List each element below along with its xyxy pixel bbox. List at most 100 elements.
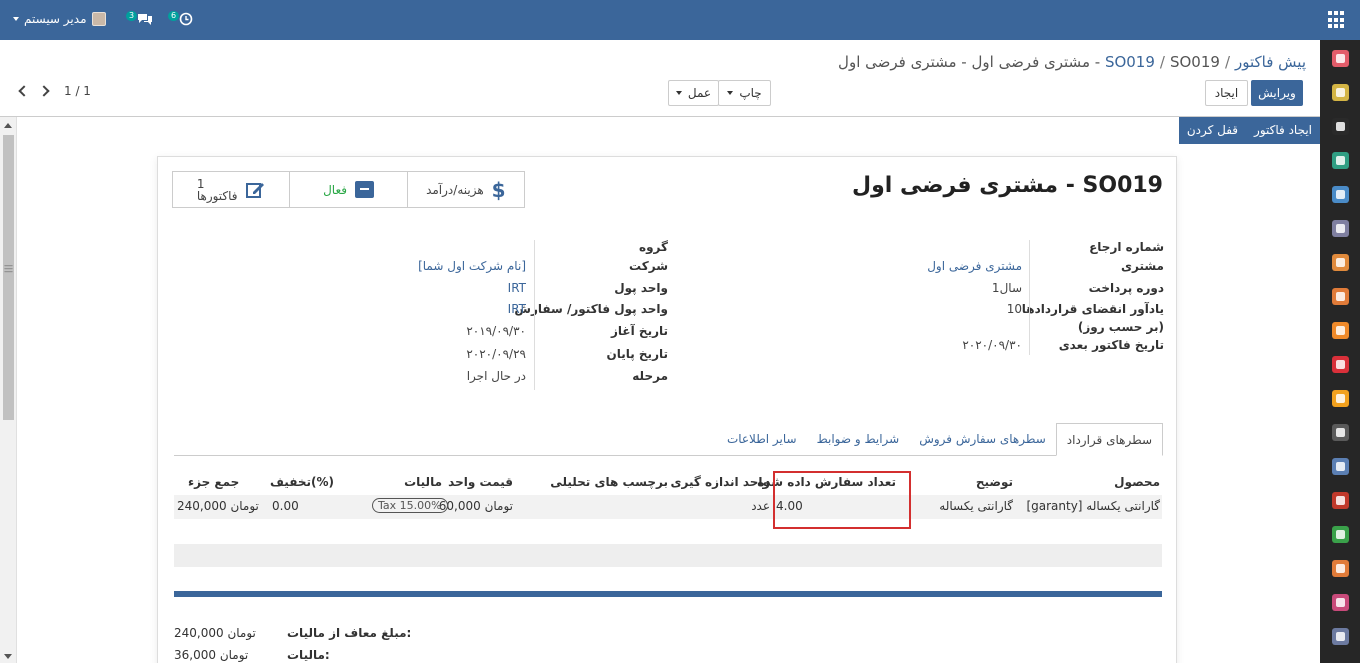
messages-menu[interactable]: 3 — [126, 11, 153, 26]
action-label: عمل — [687, 86, 712, 100]
activities-menu[interactable]: 6 — [168, 11, 193, 26]
untaxed-amount-value: 240,000 تومان — [174, 626, 256, 640]
stage-label: مرحله — [632, 369, 668, 383]
customer-field[interactable]: مشتری فرضی اول — [927, 259, 1022, 273]
cost-revenue-button[interactable]: $ هزینه/درآمد — [406, 172, 524, 207]
reminder-field[interactable]: 10 — [1007, 302, 1022, 316]
lock-button[interactable]: قفل کردن — [1179, 117, 1246, 144]
reports-app-icon[interactable] — [1332, 560, 1349, 577]
tax-amount-label: مالیات: — [287, 648, 330, 662]
tab-other-info[interactable]: سایر اطلاعات — [717, 423, 807, 456]
create-invoice-button[interactable]: ایجاد فاکتور — [1246, 117, 1320, 144]
app-sidebar — [1320, 40, 1360, 663]
user-name: مدیر سیستم — [24, 12, 87, 26]
inventory-app-icon[interactable] — [1332, 424, 1349, 441]
clock-icon — [179, 12, 193, 26]
company-field[interactable]: [نام شرکت اول شما] — [418, 259, 526, 273]
end-date-field[interactable]: ۲۰۲۰/۰۹/۲۹ — [466, 347, 526, 361]
sales-app-icon[interactable] — [1332, 322, 1349, 339]
record-title: SO019 - مشتری فرضی اول — [851, 173, 1163, 198]
col-taxes[interactable]: مالیات — [404, 475, 442, 489]
reminder-label: یادآور انقضای قراردادها — [1021, 302, 1164, 316]
col-unit-price[interactable]: قیمت واحد — [448, 475, 513, 489]
avatar — [91, 12, 106, 26]
col-description[interactable]: توضیح — [976, 475, 1013, 489]
col-subtotal[interactable]: جمع جزء — [188, 475, 239, 489]
stage-field[interactable]: در حال اجرا — [467, 369, 526, 383]
pager-value[interactable]: 1 / 1 — [64, 84, 91, 98]
col-product[interactable]: محصول — [1114, 475, 1160, 489]
cell-unit-price: 60,000 تومان — [438, 499, 513, 513]
helpdesk-app-icon[interactable] — [1332, 390, 1349, 407]
group-label: گروه — [639, 240, 668, 254]
caret-down-icon — [727, 91, 734, 95]
create-button[interactable]: ایجاد — [1205, 80, 1248, 106]
active-toggle-button[interactable]: فعال — [289, 172, 406, 207]
app-menu-icon[interactable] — [1328, 11, 1346, 29]
accounting-app-icon[interactable] — [1332, 458, 1349, 475]
website-app-icon[interactable] — [1332, 288, 1349, 305]
next-invoice-label: تاریخ فاکتور بعدی — [1058, 338, 1164, 352]
messages-badge: 3 — [126, 11, 138, 21]
invoices-button[interactable]: 1 فاکتورها — [173, 172, 289, 207]
documents-app-icon[interactable] — [1332, 356, 1349, 373]
scroll-thumb[interactable] — [3, 135, 14, 420]
apps-app-icon[interactable] — [1332, 628, 1349, 645]
breadcrumb-root[interactable]: پیش فاکتور — [1235, 53, 1306, 71]
settings-app-icon[interactable] — [1332, 186, 1349, 203]
print-dropdown[interactable]: چاپ — [718, 80, 771, 106]
previous-record-icon[interactable] — [18, 85, 30, 97]
tab-sale-order-lines[interactable]: سطرهای سفارش فروش — [909, 423, 1056, 456]
next-record-icon[interactable] — [38, 85, 50, 97]
payment-period-field[interactable]: 1سال — [992, 281, 1022, 295]
cell-description: گارانتی یکساله — [939, 499, 1013, 513]
form-sheet — [157, 156, 1177, 663]
col-uom[interactable]: واحد اندازه گیری — [670, 475, 770, 489]
invoice-currency-label: واحد پول فاکتور/ سفارش — [514, 302, 668, 316]
group-divider — [1029, 240, 1030, 355]
dashboard-app-icon[interactable] — [1332, 254, 1349, 271]
untaxed-amount-label: مبلغ معاف از مالیات: — [287, 626, 412, 640]
action-dropdown[interactable]: عمل — [668, 80, 719, 106]
reference-label: شماره ارجاع — [1089, 240, 1164, 254]
gifts-app-icon[interactable] — [1332, 492, 1349, 509]
currency-field[interactable]: IRT — [508, 281, 526, 295]
tab-contract-lines[interactable]: سطرهای قرارداد — [1055, 423, 1163, 456]
caret-down-icon — [675, 91, 682, 95]
scroll-down-icon[interactable] — [4, 654, 12, 659]
add-line-row[interactable] — [174, 544, 1162, 567]
next-invoice-field[interactable]: ۲۰۲۰/۰۹/۳۰ — [962, 338, 1022, 352]
user-menu[interactable]: مدیر سیستم — [13, 12, 106, 26]
dollar-icon: $ — [491, 177, 506, 202]
col-analytic-tags[interactable]: برچسب های تحلیلی — [550, 475, 668, 489]
tools-app-icon[interactable] — [1332, 526, 1349, 543]
group-divider — [534, 240, 535, 390]
scroll-up-icon[interactable] — [4, 123, 12, 128]
print-label: چاپ — [739, 86, 762, 100]
col-discount[interactable]: تخفیف(%) — [270, 475, 334, 489]
calendar-app-icon[interactable] — [1332, 84, 1349, 101]
activities-badge: 6 — [168, 11, 180, 21]
invoices-label: فاکتورها — [196, 188, 238, 203]
customer-label: مشتری — [1120, 259, 1164, 273]
notebook-tabs: سطرهای قرارداد سطرهای سفارش فروش شرایط و… — [717, 423, 1163, 456]
invoices-count: 1 — [196, 176, 205, 191]
crm-app-icon[interactable] — [1332, 220, 1349, 237]
breadcrumb-parent[interactable]: SO019 — [1105, 53, 1155, 71]
archive-icon — [354, 181, 374, 198]
smart-button-box: $ هزینه/درآمد فعال 1 فاکتورها — [172, 171, 525, 208]
start-date-field[interactable]: ۲۰۱۹/۰۹/۳۰ — [466, 324, 526, 338]
invoice-currency-field[interactable]: IRT — [508, 302, 526, 316]
scrollbar[interactable]: — — — — [0, 117, 17, 663]
employees-app-icon[interactable] — [1332, 594, 1349, 611]
discuss-app-icon[interactable] — [1332, 50, 1349, 67]
edit-button[interactable]: ویرایش — [1251, 80, 1303, 106]
tab-terms[interactable]: شرایط و ضوابط — [807, 423, 910, 456]
contracts-app-icon[interactable] — [1332, 152, 1349, 169]
table-header: محصول توضیح تعداد سفارش داده شده واحد ان… — [174, 472, 1162, 494]
payment-period-label: دوره پرداخت — [1088, 281, 1164, 295]
company-label: شرکت — [629, 259, 668, 273]
edit-icon — [245, 182, 264, 198]
notes-app-icon[interactable] — [1332, 118, 1349, 135]
table-row[interactable]: [garanty] گارانتی یکساله گارانتی یکساله … — [174, 495, 1162, 519]
